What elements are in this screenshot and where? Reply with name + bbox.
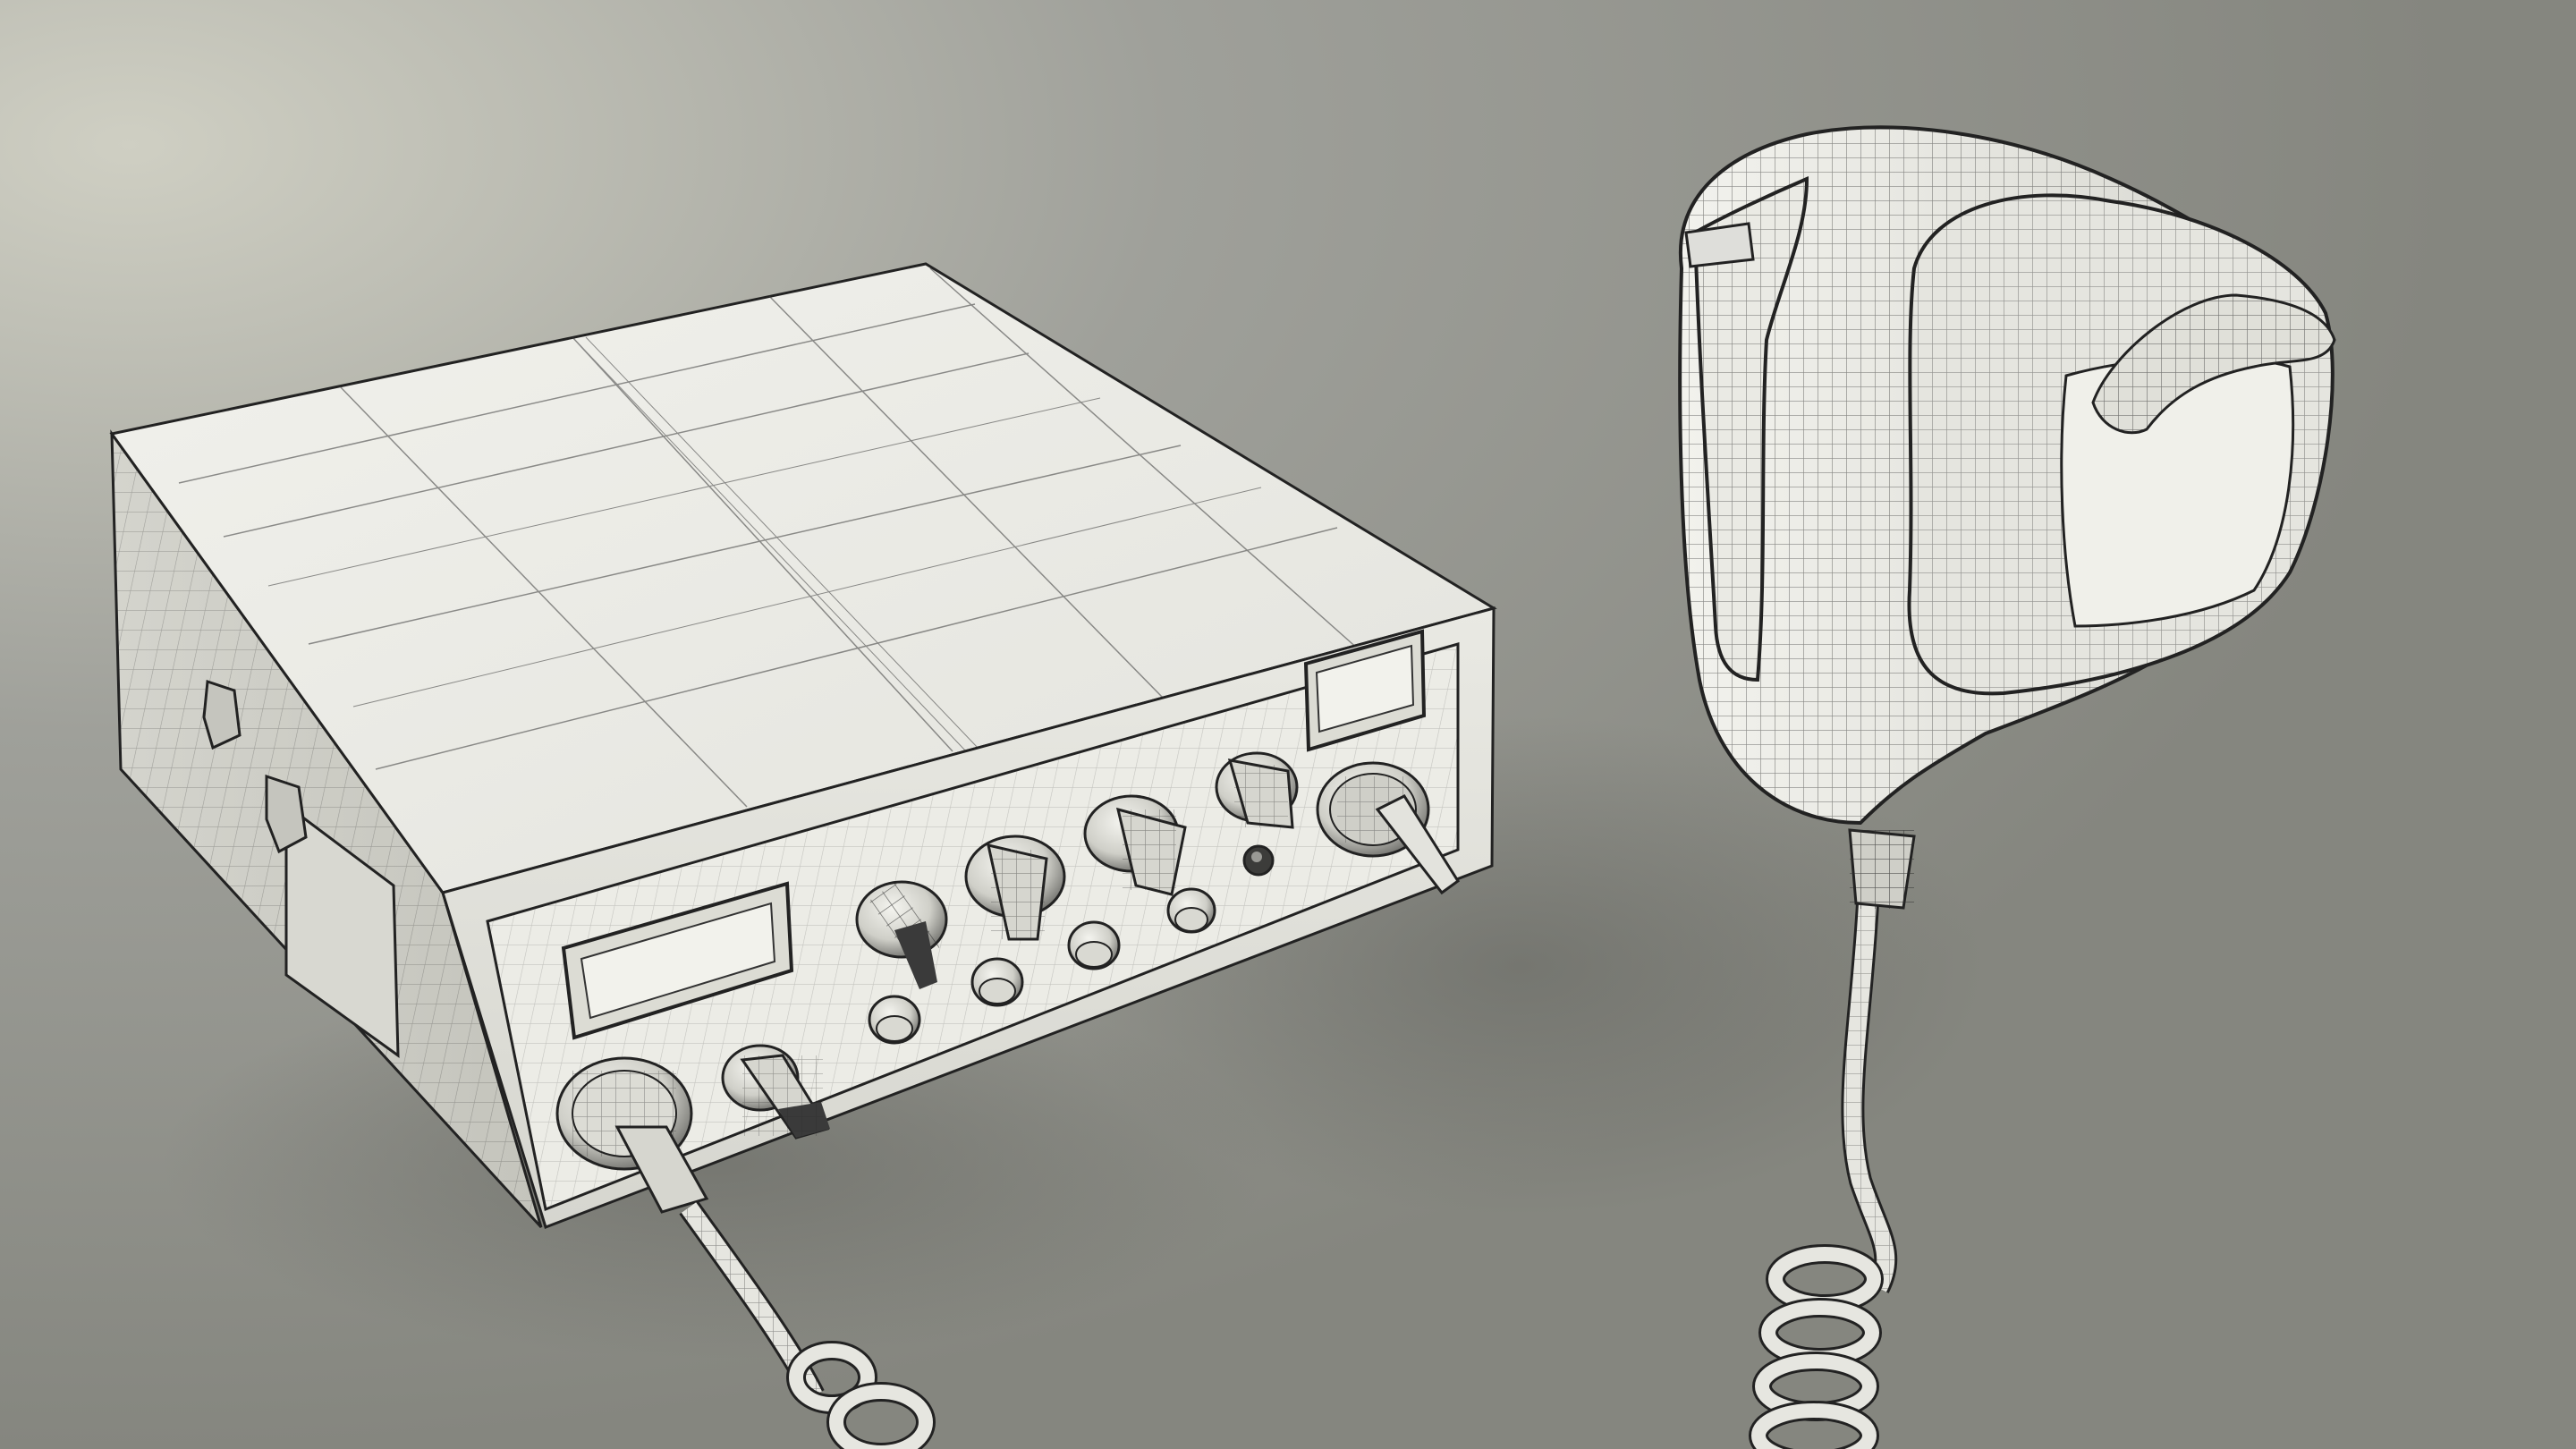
wireframe-render-scene bbox=[0, 0, 2576, 1449]
small-knob-icon[interactable] bbox=[1067, 920, 1121, 970]
small-knob-icon[interactable] bbox=[868, 995, 921, 1045]
small-knob-icon[interactable] bbox=[970, 957, 1024, 1007]
indicator-led-icon bbox=[1242, 844, 1275, 877]
mic-side-tab bbox=[1684, 222, 1755, 268]
strain-relief bbox=[1848, 828, 1916, 910]
small-knob-icon[interactable] bbox=[1166, 887, 1216, 934]
